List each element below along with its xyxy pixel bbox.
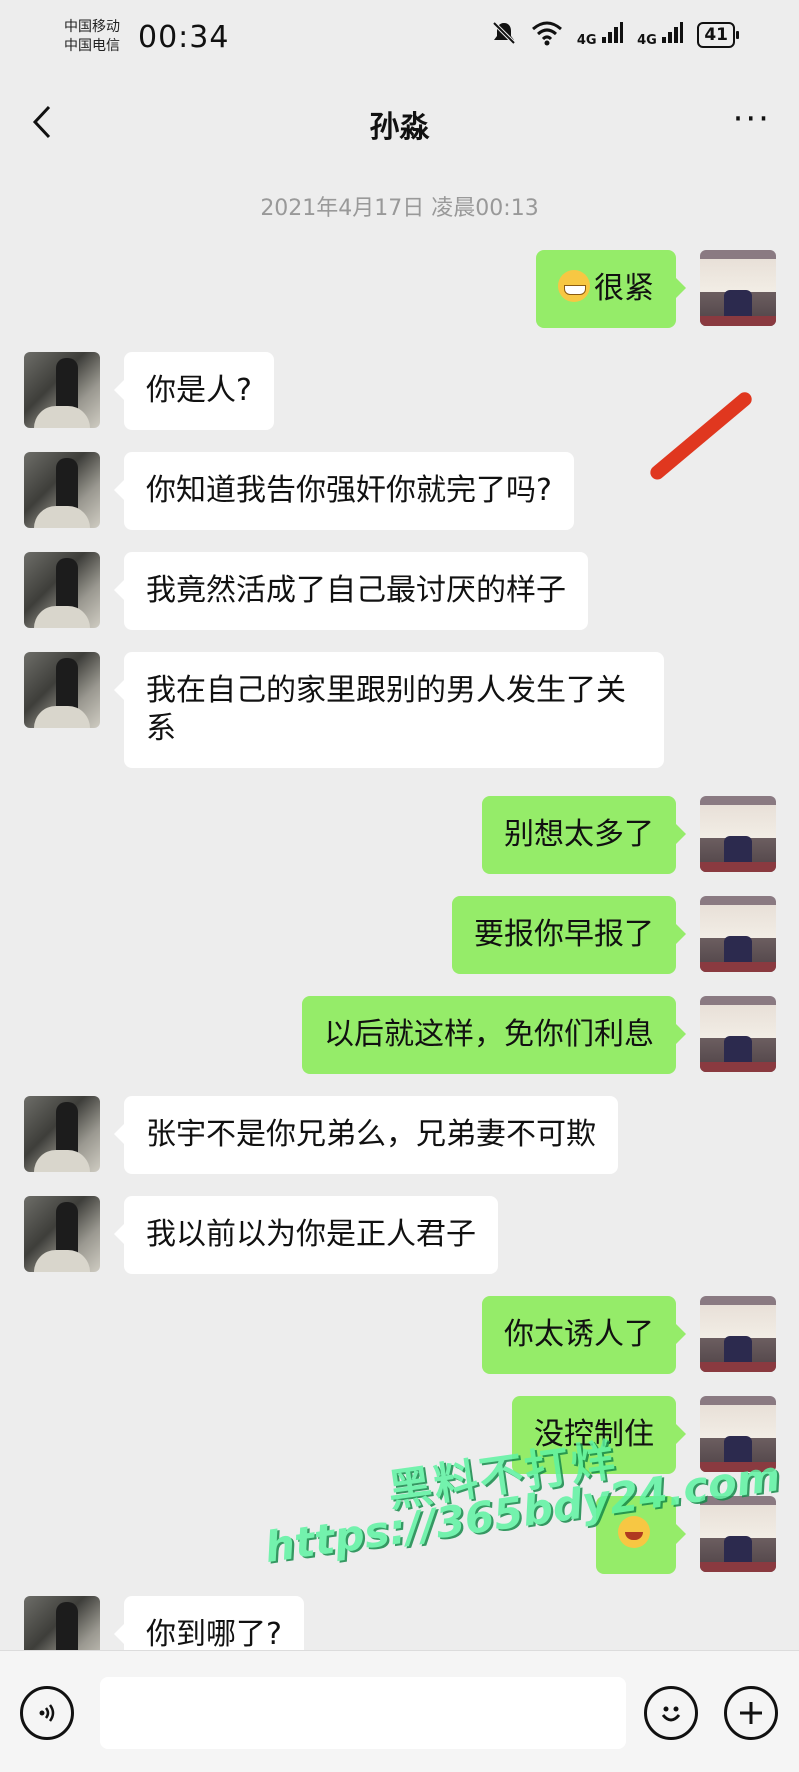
signal-icon: 4G [577, 22, 624, 48]
plus-button[interactable] [724, 1686, 778, 1740]
status-time: 00:34 [138, 20, 230, 55]
message-bubble[interactable]: 以后就这样，免你们利息 [302, 996, 686, 1074]
avatar[interactable] [700, 896, 776, 972]
avatar[interactable] [700, 996, 776, 1072]
watermark: 黑料不打烊 https://365bdy24.com [242, 1386, 783, 1604]
carrier-info: 中国移动 中国电信 [64, 18, 120, 56]
signal-icon: 4G [637, 22, 684, 48]
avatar[interactable] [700, 1496, 776, 1572]
message-bubble[interactable]: 很紧 [536, 250, 686, 328]
chat-timestamp: 2021年4月17日 凌晨00:13 [260, 196, 539, 221]
status-bar: 中国移动 中国电信 00:34 4G 4G 41 [0, 0, 799, 80]
avatar[interactable] [24, 1196, 100, 1272]
carrier-2: 中国电信 [64, 38, 120, 54]
carrier-1: 中国移动 [64, 19, 120, 35]
voice-icon [39, 1704, 55, 1722]
chat-header: 孙淼 ··· [0, 80, 799, 164]
message-bubble[interactable]: 要报你早报了 [452, 896, 686, 974]
emoji-button[interactable] [644, 1686, 698, 1740]
avatar[interactable] [24, 552, 100, 628]
input-bar [0, 1650, 799, 1772]
chat-title: 孙淼 [369, 110, 430, 145]
avatar[interactable] [24, 452, 100, 528]
grin-emoji-icon [558, 270, 590, 302]
plus-icon [740, 1702, 762, 1724]
red-annotation-stroke [647, 389, 755, 483]
avatar[interactable] [24, 652, 100, 728]
message-bubble[interactable]: 我在自己的家里跟别的男人发生了关系 [114, 652, 664, 768]
message-bubble[interactable]: 没控制住 [512, 1396, 686, 1474]
avatar[interactable] [700, 796, 776, 872]
more-options-button[interactable]: ··· [733, 102, 771, 136]
avatar[interactable] [24, 1096, 100, 1172]
status-icons: 4G 4G 41 [491, 20, 739, 50]
message-bubble[interactable]: 张宇不是你兄弟么，兄弟妻不可欺 [114, 1096, 618, 1174]
message-bubble[interactable]: 别想太多了 [482, 796, 686, 874]
avatar[interactable] [24, 352, 100, 428]
voice-button[interactable] [20, 1686, 74, 1740]
message-input[interactable] [100, 1677, 626, 1749]
laughing-tears-emoji-icon [618, 1516, 650, 1548]
wifi-icon [531, 20, 563, 50]
emoji-icon [661, 1706, 681, 1722]
mute-icon [491, 20, 517, 50]
message-bubble[interactable]: 你是人? [114, 352, 274, 430]
battery-icon: 41 [697, 22, 739, 48]
message-bubble[interactable]: 你知道我告你强奸你就完了吗? [114, 452, 574, 530]
avatar[interactable] [700, 250, 776, 326]
avatar[interactable] [700, 1396, 776, 1472]
message-bubble[interactable] [596, 1496, 686, 1574]
message-bubble[interactable]: 我以前以为你是正人君子 [114, 1196, 498, 1274]
avatar[interactable] [700, 1296, 776, 1372]
message-bubble[interactable]: 我竟然活成了自己最讨厌的样子 [114, 552, 588, 630]
message-bubble[interactable]: 你太诱人了 [482, 1296, 686, 1374]
